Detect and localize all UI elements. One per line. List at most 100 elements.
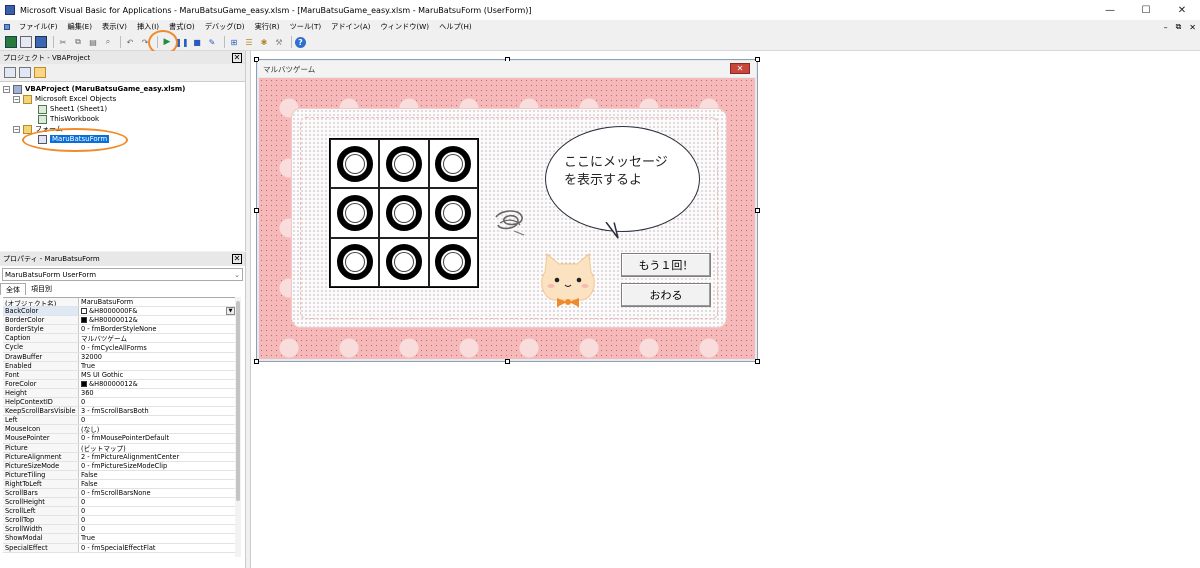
collapse-icon[interactable]: − — [13, 95, 20, 103]
menu-addins[interactable]: アドイン(A) — [326, 22, 375, 32]
property-value[interactable]: 0 — [79, 516, 235, 524]
property-row[interactable]: PictureSizeMode 0 - fmPictureSizeModeClip — [3, 461, 235, 471]
tab-categorized[interactable]: 項目別 — [26, 283, 57, 295]
property-value[interactable]: 360 — [79, 389, 235, 397]
property-row[interactable]: Left 0 — [3, 416, 235, 426]
menu-tools[interactable]: ツール(T) — [285, 22, 327, 32]
insert-userform-icon[interactable] — [20, 36, 32, 48]
collapse-icon[interactable]: − — [13, 125, 20, 133]
tree-item-excel-objects[interactable]: − Microsoft Excel Objects — [0, 94, 245, 104]
property-value[interactable]: True — [79, 534, 235, 542]
menu-file[interactable]: ファイル(F) — [14, 22, 63, 32]
save-icon[interactable] — [35, 36, 47, 48]
board-cell[interactable] — [379, 237, 429, 287]
toggle-folders-icon[interactable] — [34, 67, 46, 78]
view-object-icon[interactable] — [19, 67, 31, 78]
property-row[interactable]: BorderColor &H80000012& — [3, 316, 235, 326]
resize-handle[interactable] — [254, 359, 259, 364]
property-value[interactable]: 0 - fmPictureSizeModeClip — [79, 462, 235, 470]
property-value[interactable]: 0 — [79, 525, 235, 533]
property-row[interactable]: Picture (ビットマップ) — [3, 443, 235, 453]
cut-icon[interactable]: ✂ — [57, 36, 69, 48]
property-value[interactable]: 3 - fmScrollBarsBoth — [79, 407, 235, 415]
menu-debug[interactable]: デバッグ(D) — [200, 22, 250, 32]
view-code-icon[interactable] — [4, 67, 16, 78]
collapse-icon[interactable]: − — [3, 85, 10, 93]
property-row[interactable]: Height 360 — [3, 388, 235, 399]
property-value[interactable]: &H8000000F& ▼ — [79, 307, 235, 316]
board-cell[interactable] — [330, 237, 380, 287]
property-value[interactable]: False — [79, 480, 235, 488]
design-mode-icon[interactable]: ✎ — [206, 36, 218, 48]
view-excel-icon[interactable] — [5, 36, 17, 48]
property-row[interactable]: RightToLeft False — [3, 479, 235, 489]
menu-help[interactable]: ヘルプ(H) — [434, 22, 477, 32]
property-value[interactable]: 2 - fmPictureAlignmentCenter — [79, 453, 235, 461]
property-row[interactable]: BackColor &H8000000F& ▼ — [3, 307, 235, 317]
find-icon[interactable]: ⌕ — [102, 36, 114, 48]
property-row[interactable]: ForeColor &H80000012& — [3, 379, 235, 389]
property-value[interactable]: 0 - fmCycleAllForms — [79, 343, 235, 352]
property-value[interactable]: (ビットマップ) — [79, 444, 235, 452]
property-value[interactable]: False — [79, 471, 235, 479]
maximize-button[interactable]: ☐ — [1128, 0, 1164, 20]
property-value[interactable]: 0 - fmScrollBarsNone — [79, 489, 235, 497]
property-value[interactable]: 0 — [79, 416, 235, 424]
project-explorer-icon[interactable]: ⊞ — [228, 36, 240, 48]
property-value[interactable]: MS UI Gothic — [79, 371, 235, 379]
property-value[interactable]: 32000 — [79, 353, 235, 361]
board-cell[interactable] — [428, 237, 478, 287]
object-browser-icon[interactable]: ✱ — [258, 36, 270, 48]
copy-icon[interactable]: ⧉ — [72, 36, 84, 48]
board-cell[interactable] — [379, 139, 429, 189]
object-select[interactable]: MaruBatsuForm UserForm ⌄ — [2, 268, 243, 281]
property-row[interactable]: ShowModal True — [3, 534, 235, 544]
properties-pane-close-icon[interactable]: ✕ — [232, 254, 242, 264]
form-close-button[interactable]: ✕ — [730, 63, 750, 74]
property-value[interactable]: 0 - fmSpecialEffectFlat — [79, 544, 235, 552]
toolbox-icon[interactable]: ⚒ — [273, 36, 285, 48]
board-cell[interactable] — [428, 139, 478, 189]
property-row[interactable]: Font MS UI Gothic — [3, 370, 235, 380]
userform-window[interactable]: マルバツゲーム ✕ ここにメッセージ を表示するよ もう１回！ おわる — [254, 57, 760, 364]
tree-item-thisworkbook[interactable]: ThisWorkbook — [0, 114, 245, 124]
menu-run[interactable]: 実行(R) — [250, 22, 285, 32]
board-cell[interactable] — [379, 188, 429, 238]
undo-icon[interactable]: ↶ — [124, 36, 136, 48]
property-row[interactable]: ScrollHeight 0 — [3, 498, 235, 508]
property-row[interactable]: Enabled True — [3, 361, 235, 371]
property-value[interactable]: マルバツゲーム — [79, 334, 235, 342]
property-row[interactable]: Caption マルバツゲーム — [3, 334, 235, 344]
help-icon[interactable]: ? — [295, 36, 306, 48]
menu-window[interactable]: ウィンドウ(W) — [375, 22, 434, 32]
board-cell[interactable] — [330, 139, 380, 189]
end-button[interactable]: おわる — [621, 283, 711, 307]
property-row[interactable]: ScrollWidth 0 — [3, 525, 235, 535]
property-value[interactable]: MaruBatsuForm — [79, 298, 235, 306]
property-row[interactable]: Cycle 0 - fmCycleAllForms — [3, 343, 235, 353]
reset-icon[interactable]: ■ — [191, 36, 203, 48]
property-value[interactable]: 0 — [79, 507, 235, 515]
paste-icon[interactable]: ▤ — [87, 36, 99, 48]
board-cell[interactable] — [330, 188, 380, 238]
close-button[interactable]: ✕ — [1164, 0, 1200, 20]
resize-handle[interactable] — [755, 359, 760, 364]
property-grid-scrollbar[interactable] — [235, 297, 241, 557]
property-value[interactable]: 0 - fmMousePointerDefault — [79, 434, 235, 442]
property-row[interactable]: ScrollBars 0 - fmScrollBarsNone — [3, 488, 235, 499]
minimize-button[interactable]: — — [1092, 0, 1128, 20]
property-row[interactable]: DrawBuffer 32000 — [3, 352, 235, 362]
property-row[interactable]: KeepScrollBarsVisible 3 - fmScrollBarsBot… — [3, 407, 235, 417]
properties-window-icon[interactable]: ☰ — [243, 36, 255, 48]
resize-handle[interactable] — [755, 208, 760, 213]
property-value[interactable]: True — [79, 362, 235, 370]
property-row[interactable]: PictureTiling False — [3, 470, 235, 480]
tab-alphabetic[interactable]: 全体 — [0, 283, 26, 295]
retry-button[interactable]: もう１回！ — [621, 253, 711, 277]
property-row[interactable]: PictureAlignment 2 - fmPictureAlignmentCe… — [3, 452, 235, 462]
property-value[interactable]: 0 — [79, 498, 235, 506]
property-row[interactable]: HelpContextID 0 — [3, 398, 235, 408]
property-row[interactable]: SpecialEffect 0 - fmSpecialEffectFlat — [3, 543, 235, 553]
project-pane-close-icon[interactable]: ✕ — [232, 52, 242, 63]
mdi-minimize-button[interactable]: – — [1164, 23, 1168, 32]
